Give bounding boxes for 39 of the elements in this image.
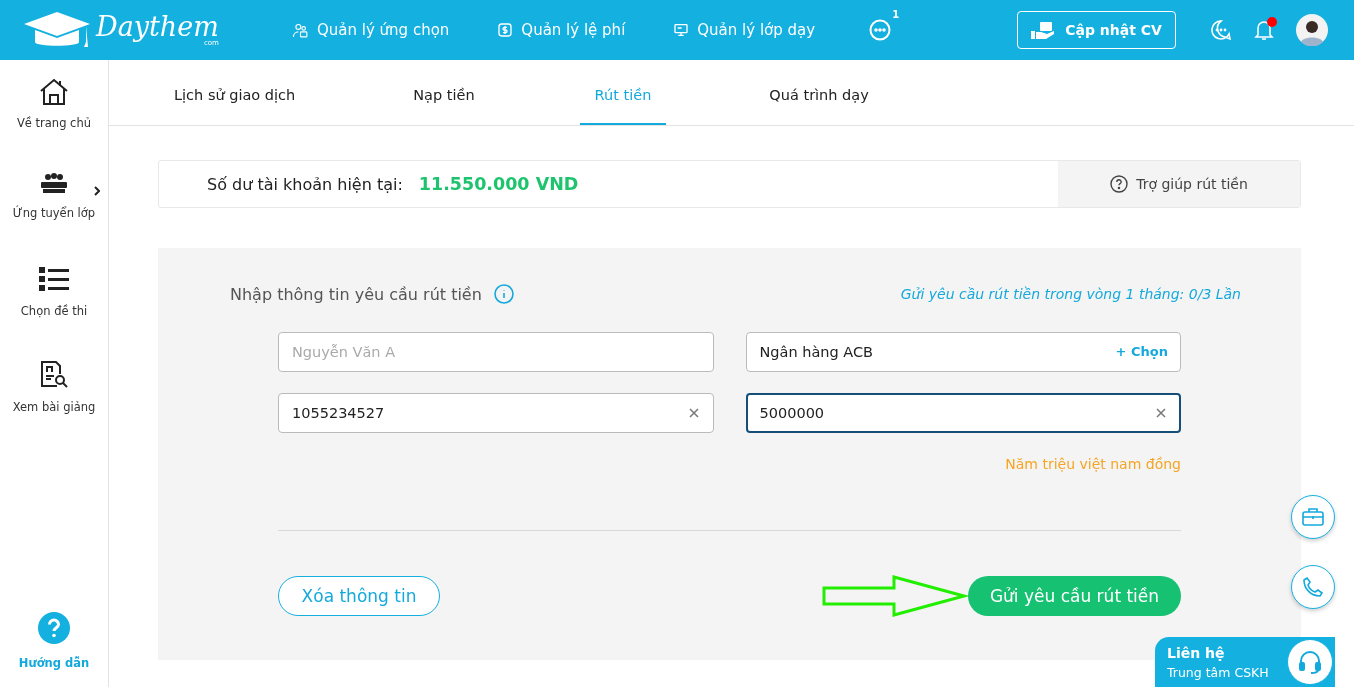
contact-subtitle: Trung tâm CSKH [1167,664,1269,680]
amount-in-words: Năm triệu việt nam đồng [1005,456,1181,472]
people-icon [292,21,309,39]
contact-title: Liên hệ [1167,644,1226,661]
sidebar-item[interactable]: Ứng tuyển lớp [0,172,108,244]
hand-briefcase-icon [1031,20,1056,40]
balance-label: Số dư tài khoản hiện tại: [207,174,403,194]
dollar-icon [497,22,514,38]
input-field[interactable]: 1055234527 [278,393,714,433]
notification-count: 1 [892,9,900,20]
headset-icon [1297,649,1323,675]
abc-list-icon [38,266,70,294]
briefcase-icon [1302,507,1324,527]
input-field[interactable]: 5000000 [745,393,1181,433]
input-field[interactable]: Nguyễn Văn A [278,332,714,372]
help-icon [1110,175,1129,193]
withdraw-help-button[interactable]: Trợ giúp rút tiền [1058,161,1300,207]
graduation-cap-icon [22,10,92,50]
clear-icon[interactable] [1156,408,1166,418]
avatar[interactable] [1296,14,1328,46]
group-icon [39,172,69,196]
tab[interactable]: Nạp tiền [398,60,490,125]
limit-note: Gửi yêu cầu rút tiền trong vòng 1 tháng: 0/3 Lần [900,286,1241,302]
clear-icon[interactable] [688,408,699,418]
bell-icon[interactable] [1254,19,1274,41]
tab[interactable]: Quá trình dạy [754,60,884,125]
phone-icon [1302,576,1324,598]
balance-amount: 11.550.000 VND [418,174,579,194]
help-icon [38,612,70,644]
sidebar-item[interactable]: Chọn đề thi [0,266,108,338]
form-title: Nhập thông tin yêu cầu rút tiền [230,284,482,304]
board-icon [673,22,690,38]
house-icon [39,78,69,106]
document-search-icon [39,360,69,390]
sidebar-item[interactable]: Xem bài giảng [0,360,108,432]
more-icon[interactable] [869,19,892,41]
info-icon[interactable] [493,284,514,304]
tab[interactable]: Lịch sử giao dịch [159,60,311,125]
sidebar-item[interactable]: Về trang chủ [0,78,108,150]
